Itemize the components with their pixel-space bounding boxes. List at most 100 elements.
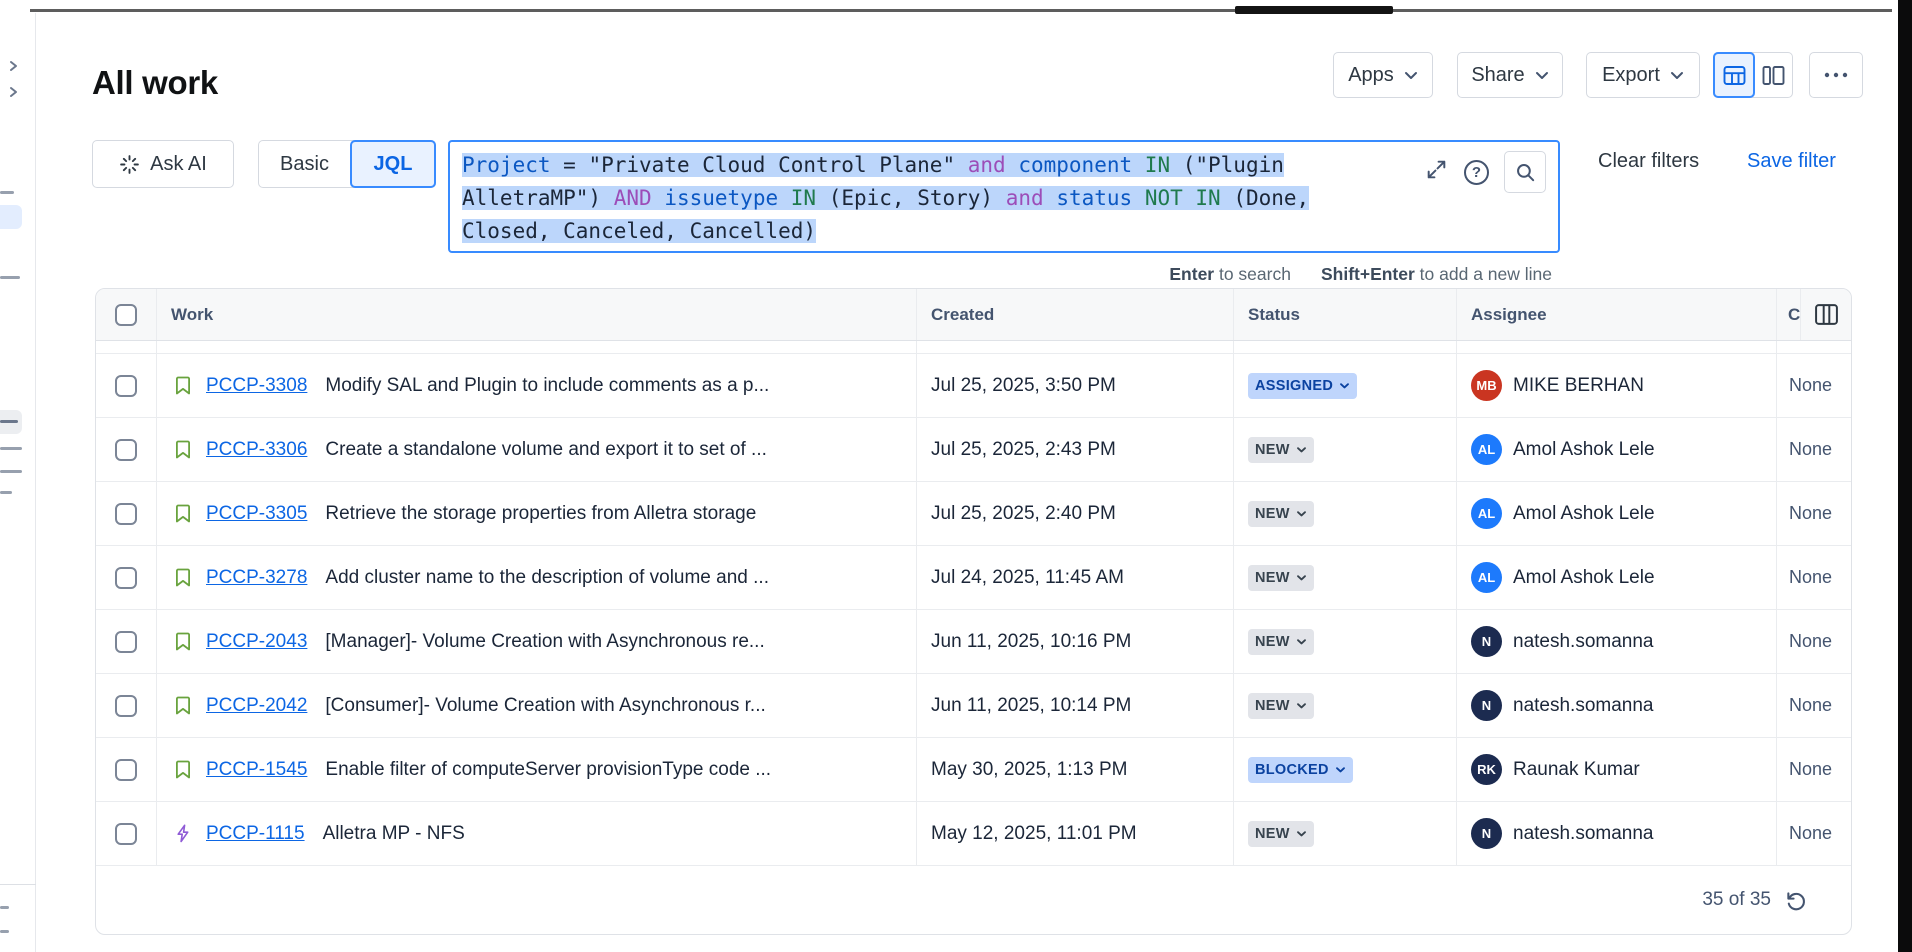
issue-key-link[interactable]: PCCP-3306 (206, 439, 307, 461)
basic-mode-button[interactable]: Basic (259, 153, 350, 176)
issue-summary[interactable]: Create a standalone volume and export it… (325, 439, 766, 461)
status-cell: BLOCKED (1233, 738, 1456, 801)
expand-icon[interactable] (1424, 157, 1449, 187)
table-row[interactable]: PCCP-3278 Add cluster name to the descrip… (96, 546, 1851, 610)
row-checkbox[interactable] (115, 375, 137, 397)
more-options-button[interactable] (1809, 52, 1863, 98)
issue-summary[interactable]: Alletra MP - NFS (323, 823, 465, 845)
table-row[interactable]: PCCP-3306 Create a standalone volume and … (96, 418, 1851, 482)
avatar: AL (1471, 434, 1502, 465)
status-cell: NEW (1233, 610, 1456, 673)
row-checkbox[interactable] (115, 759, 137, 781)
story-icon (173, 695, 193, 716)
table-row[interactable]: PCCP-3305 Retrieve the storage properties… (96, 482, 1851, 546)
table-row[interactable]: PCCP-1115Alletra MP - NFSMay 12, 2025, 1… (96, 802, 1851, 866)
table-row[interactable]: PCCP-3308 Modify SAL and Plugin to includ… (96, 354, 1851, 418)
clear-filters-button[interactable]: Clear filters (1598, 150, 1699, 173)
row-select-cell (96, 674, 156, 737)
more-icon (1824, 72, 1848, 78)
status-badge[interactable]: NEW (1248, 437, 1314, 463)
issue-key-link[interactable]: PCCP-2043 (206, 631, 307, 653)
assignee-cell: RKRaunak Kumar (1456, 738, 1776, 801)
issue-summary[interactable]: Modify SAL and Plugin to include comment… (325, 375, 769, 397)
ask-ai-button[interactable]: Ask AI (92, 140, 234, 188)
assignee-name: Amol Ashok Lele (1513, 567, 1655, 589)
row-select-cell (96, 418, 156, 481)
row-checkbox[interactable] (115, 823, 137, 845)
issue-key-link[interactable]: PCCP-3305 (206, 503, 307, 525)
assignee-cell: Nnatesh.somanna (1456, 802, 1776, 865)
sidebar-item-fragment (0, 930, 9, 933)
table-row[interactable]: PCCP-1545 Enable filter of computeServer … (96, 738, 1851, 802)
jql-mode-button[interactable]: JQL (350, 140, 436, 188)
status-badge[interactable]: NEW (1248, 629, 1314, 655)
sidebar-item-fragment (0, 906, 9, 909)
refresh-button[interactable] (1784, 888, 1809, 913)
issue-key-link[interactable]: PCCP-3278 (206, 567, 307, 589)
row-checkbox[interactable] (115, 567, 137, 589)
work-cell: PCCP-2042 [Consumer]- Volume Creation wit… (156, 674, 916, 737)
apps-button[interactable]: Apps (1333, 52, 1433, 98)
table-row[interactable]: PCCP-2043 [Manager]- Volume Creation with… (96, 610, 1851, 674)
issue-summary[interactable]: Enable filter of computeServer provision… (325, 759, 771, 781)
window-top-edge (30, 9, 1892, 12)
issue-key-link[interactable]: PCCP-1545 (206, 759, 307, 781)
issue-summary[interactable]: [Manager]- Volume Creation with Asynchro… (325, 631, 764, 653)
work-items-table: Work Created Status Assignee C PCCP-3308… (95, 288, 1852, 935)
jql-input[interactable]: Project = "Private Cloud Control Plane" … (462, 149, 1309, 248)
issue-summary[interactable]: Retrieve the storage properties from All… (325, 503, 756, 525)
table-view-icon (1723, 65, 1746, 86)
status-badge[interactable]: NEW (1248, 693, 1314, 719)
issue-key-link[interactable]: PCCP-3308 (206, 375, 307, 397)
column-header-category-label[interactable]: C (1788, 305, 1800, 325)
status-badge[interactable]: NEW (1248, 501, 1314, 527)
table-row[interactable]: PCCP-2042 [Consumer]- Volume Creation wit… (96, 674, 1851, 738)
issue-key-link[interactable]: PCCP-1115 (206, 823, 305, 845)
issue-key-link[interactable]: PCCP-2042 (206, 695, 307, 717)
column-header-assignee[interactable]: Assignee (1456, 289, 1776, 340)
ask-ai-icon (119, 154, 140, 175)
column-header-status[interactable]: Status (1233, 289, 1456, 340)
ask-ai-label: Ask AI (150, 153, 207, 176)
created-cell: Jun 11, 2025, 10:16 PM (916, 610, 1233, 673)
query-mode-toggle: Basic JQL (258, 140, 436, 188)
status-badge[interactable]: NEW (1248, 565, 1314, 591)
detail-view-button[interactable] (1754, 53, 1792, 97)
chevron-right-icon[interactable] (8, 59, 19, 77)
status-cell: NEW (1233, 802, 1456, 865)
status-badge[interactable]: BLOCKED (1248, 757, 1353, 783)
row-select-cell (96, 482, 156, 545)
row-checkbox[interactable] (115, 439, 137, 461)
avatar: N (1471, 690, 1502, 721)
status-badge[interactable]: ASSIGNED (1248, 373, 1357, 399)
assignee-cell: Nnatesh.somanna (1456, 674, 1776, 737)
configure-columns-button[interactable] (1800, 289, 1851, 340)
category-cell: None (1776, 674, 1851, 737)
row-checkbox[interactable] (115, 503, 137, 525)
issue-summary[interactable]: [Consumer]- Volume Creation with Asynchr… (325, 695, 765, 717)
row-checkbox[interactable] (115, 695, 137, 717)
sidebar-item-selected[interactable] (0, 205, 22, 229)
column-header-work[interactable]: Work (156, 289, 916, 340)
created-cell: Jul 24, 2025, 11:45 AM (916, 546, 1233, 609)
help-icon[interactable] (1464, 160, 1489, 185)
chevron-down-icon (1296, 830, 1307, 838)
assignee-name: natesh.somanna (1513, 823, 1654, 845)
row-checkbox[interactable] (115, 631, 137, 653)
created-cell: Jun 11, 2025, 10:14 PM (916, 674, 1233, 737)
status-badge[interactable]: NEW (1248, 821, 1314, 847)
chevron-right-icon[interactable] (8, 85, 19, 103)
search-button[interactable] (1504, 151, 1546, 193)
status-cell: NEW (1233, 418, 1456, 481)
export-button[interactable]: Export (1586, 52, 1700, 98)
select-all-checkbox[interactable] (115, 304, 137, 326)
save-filter-button[interactable]: Save filter (1747, 150, 1836, 173)
assignee-cell: Nnatesh.somanna (1456, 610, 1776, 673)
share-button[interactable]: Share (1457, 52, 1563, 98)
column-header-category: C (1776, 289, 1851, 340)
jql-query-input[interactable]: Project = "Private Cloud Control Plane" … (448, 140, 1560, 253)
table-view-button[interactable] (1713, 52, 1755, 98)
issue-summary[interactable]: Add cluster name to the description of v… (325, 567, 769, 589)
detail-view-icon (1762, 65, 1785, 86)
column-header-created[interactable]: Created (916, 289, 1233, 340)
